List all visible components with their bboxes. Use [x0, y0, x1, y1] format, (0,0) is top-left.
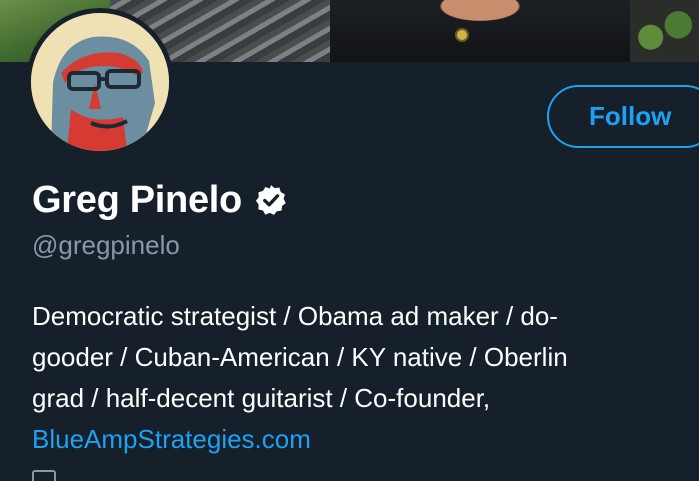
profile-avatar[interactable] — [26, 8, 174, 156]
verified-badge-icon — [255, 185, 286, 215]
name-row: Greg Pinelo — [32, 176, 288, 224]
bio-line: gooder / Cuban-American / KY native / Ob… — [32, 342, 568, 372]
banner-person — [330, 0, 630, 62]
banner-pin — [455, 28, 469, 42]
follow-button[interactable]: Follow — [547, 85, 699, 148]
profile-handle: @gregpinelo — [32, 230, 180, 260]
banner-plants — [630, 0, 699, 62]
bio-website-link[interactable]: BlueAmpStrategies.com — [32, 419, 692, 460]
profile-bio: Democratic strategist / Obama ad maker /… — [32, 296, 692, 460]
display-name: Greg Pinelo — [32, 178, 242, 221]
calendar-icon — [32, 470, 56, 481]
bio-line: Democratic strategist / Obama ad maker /… — [32, 301, 558, 331]
avatar-portrait — [31, 13, 169, 151]
bio-line: grad / half-decent guitarist / Co-founde… — [32, 383, 491, 413]
